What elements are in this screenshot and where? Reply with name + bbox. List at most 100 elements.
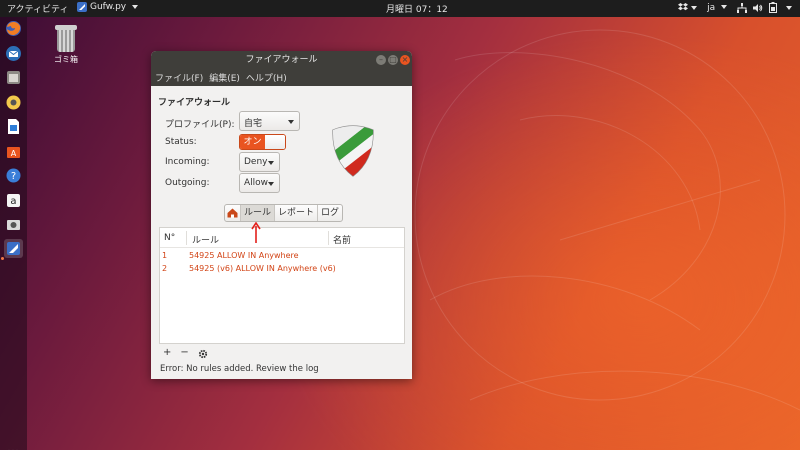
trash-icon [55, 25, 77, 52]
gufw-app-icon [77, 2, 87, 12]
rules-toolbar: + − [163, 347, 208, 362]
status-switch-label: オン [240, 135, 265, 149]
window-titlebar[interactable]: ファイアウォール – □ × [151, 51, 412, 69]
dock-gufw[interactable] [4, 239, 23, 258]
home-icon [227, 208, 238, 218]
system-menu[interactable] [737, 2, 792, 13]
menu-edit[interactable]: 編集(E) [209, 71, 240, 84]
files-icon [7, 71, 20, 84]
dock-amazon[interactable]: a [4, 191, 23, 210]
table-row[interactable]: 2 54925 (v6) ALLOW IN Anywhere (v6) [160, 262, 404, 275]
dock-help[interactable]: ? [4, 166, 23, 185]
rule-text: 54925 ALLOW IN Anywhere [189, 251, 299, 260]
gear-icon [198, 349, 207, 359]
profile-value: 自宅 [244, 119, 263, 129]
top-panel: アクティビティ Gufw.py 月曜日 07：12 ja [0, 0, 800, 17]
svg-text:?: ? [11, 171, 16, 182]
profile-label: プロファイル(P): [165, 120, 235, 130]
incoming-select[interactable]: Deny [239, 152, 280, 172]
section-title: ファイアウォール [158, 98, 231, 108]
tab-report[interactable]: レポート [274, 205, 317, 221]
language-indicator: ja [707, 2, 716, 13]
maximize-icon: □ [389, 55, 397, 64]
network-icon [737, 2, 747, 13]
gufw-icon [7, 242, 20, 255]
dock-thunderbird[interactable] [4, 44, 23, 63]
libreoffice-writer-icon [8, 119, 19, 134]
dock-rhythmbox[interactable] [4, 93, 23, 112]
add-rule-button[interactable]: + [163, 347, 171, 362]
outgoing-select[interactable]: Allow [239, 173, 280, 193]
rule-settings-button[interactable] [198, 347, 208, 362]
app-menu[interactable]: Gufw.py [77, 2, 139, 12]
menu-help[interactable]: ヘルプ(H) [246, 71, 287, 84]
input-method-menu[interactable]: ja [707, 3, 727, 13]
menu-bar: ファイル(F) 編集(E) ヘルプ(H) [151, 69, 412, 86]
column-name[interactable]: 名前 [333, 233, 351, 246]
activities-button[interactable]: アクティビティ [7, 2, 68, 15]
remove-rule-button[interactable]: − [180, 347, 188, 362]
switch-knob [265, 135, 285, 149]
view-tabs: ルール レポート ログ [224, 204, 344, 222]
incoming-label: Incoming: [165, 157, 210, 167]
column-number[interactable]: N° [164, 233, 175, 243]
profile-select[interactable]: 自宅 [239, 111, 300, 131]
rule-text: 54925 (v6) ALLOW IN Anywhere (v6) [189, 264, 336, 273]
dock-writer[interactable] [4, 117, 23, 136]
chevron-down-icon [721, 5, 727, 9]
chevron-down-icon [268, 161, 274, 165]
close-button[interactable]: × [400, 55, 410, 65]
rhythmbox-icon [6, 95, 21, 110]
table-row[interactable]: 1 54925 ALLOW IN Anywhere [160, 249, 404, 262]
svg-text:a: a [10, 196, 16, 207]
dock: A ? a [0, 17, 27, 450]
outgoing-label: Outgoing: [165, 178, 210, 188]
minimize-icon: – [379, 55, 383, 64]
firewall-window: ファイアウォール – □ × ファイル(F) 編集(E) ヘルプ(H) ファイア… [151, 51, 412, 379]
chevron-down-icon [268, 182, 274, 186]
dropbox-icon [678, 3, 689, 11]
chevron-down-icon [786, 5, 792, 10]
window-title: ファイアウォール [245, 55, 318, 65]
app-menu-label: Gufw.py [90, 2, 127, 12]
volume-icon [753, 3, 763, 12]
menu-file[interactable]: ファイル(F) [155, 71, 203, 84]
desktop-trash[interactable]: ゴミ箱 [48, 25, 84, 65]
thunderbird-icon [6, 46, 21, 61]
battery-icon [769, 2, 777, 13]
dock-software[interactable]: A [4, 142, 23, 161]
amazon-icon: a [7, 194, 20, 207]
dock-screenshot[interactable] [4, 215, 23, 234]
incoming-value: Deny [244, 157, 268, 167]
close-icon: × [401, 55, 409, 64]
rule-number: 2 [162, 264, 168, 273]
rules-table: N° ルール 名前 1 54925 ALLOW IN Anywhere 2 54… [159, 227, 405, 344]
svg-text:A: A [11, 149, 17, 158]
screenshot-icon [7, 220, 20, 230]
chevron-down-icon [691, 5, 698, 10]
table-header: N° ルール 名前 [160, 228, 404, 248]
system-tray: ja [678, 2, 792, 13]
chevron-down-icon [288, 120, 294, 124]
clock[interactable]: 月曜日 07：12 [386, 2, 448, 15]
firefox-icon [6, 21, 21, 36]
minimize-button[interactable]: – [376, 55, 386, 65]
dropbox-menu[interactable] [678, 3, 698, 12]
maximize-button[interactable]: □ [388, 55, 398, 65]
tab-rules[interactable]: ルール [240, 205, 275, 221]
tab-log[interactable]: ログ [317, 205, 342, 221]
column-rule[interactable]: ルール [192, 233, 219, 246]
dock-files[interactable] [4, 68, 23, 87]
outgoing-value: Allow [244, 178, 269, 188]
status-bar-text: Error: No rules added. Review the log [160, 364, 319, 374]
chevron-down-icon [132, 5, 139, 9]
rule-number: 1 [162, 251, 168, 260]
status-switch[interactable]: オン [239, 134, 286, 150]
status-label: Status: [165, 137, 197, 147]
dock-firefox[interactable] [4, 19, 23, 38]
running-indicator [1, 257, 4, 260]
tab-home[interactable] [225, 205, 240, 221]
trash-label: ゴミ箱 [54, 55, 78, 64]
red-arrow-annotation [251, 222, 261, 243]
software-center-icon: A [7, 147, 20, 158]
